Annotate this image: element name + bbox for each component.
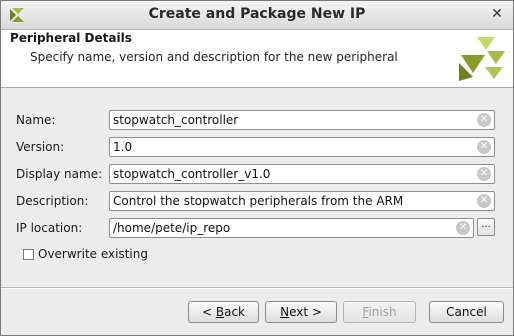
ip-location-input[interactable] [113, 220, 443, 236]
name-field[interactable]: ✕ [109, 110, 495, 130]
description-label: Description: [16, 194, 89, 208]
page-description: Specify name, version and description fo… [30, 50, 398, 64]
next-button[interactable]: Next > [265, 301, 337, 323]
xilinx-logo-icon [459, 37, 505, 81]
name-label: Name: [16, 113, 56, 127]
dialog-window: Create and Package New IP ✕ Peripheral D… [0, 0, 514, 336]
version-label: Version: [16, 140, 65, 154]
description-field[interactable]: ✕ [109, 191, 495, 211]
version-input[interactable] [113, 139, 463, 155]
wizard-header: Peripheral Details Specify name, version… [1, 30, 513, 88]
cancel-button[interactable]: Cancel [429, 301, 504, 323]
finish-label-rest: inish [368, 305, 397, 319]
version-field[interactable]: ✕ [109, 137, 495, 157]
description-input[interactable] [113, 193, 463, 209]
name-input[interactable] [113, 112, 463, 128]
clear-ip-location-icon[interactable]: ✕ [456, 221, 470, 235]
back-button[interactable]: < Back [188, 301, 259, 323]
back-mnemonic: B [215, 305, 225, 319]
next-label-rest: ext > [289, 305, 322, 319]
close-icon[interactable]: ✕ [489, 6, 505, 22]
ip-location-label: IP location: [16, 221, 83, 235]
next-mnemonic: N [280, 305, 290, 319]
ip-location-field[interactable]: ✕ [109, 218, 474, 238]
finish-button[interactable]: Finish [343, 301, 416, 323]
display-name-field[interactable]: ✕ [109, 164, 495, 184]
display-name-label: Display name: [16, 167, 103, 181]
page-title: Peripheral Details [10, 31, 132, 45]
back-prefix: < [201, 305, 216, 319]
window-title: Create and Package New IP [148, 6, 366, 22]
clear-display-name-icon[interactable]: ✕ [477, 167, 491, 181]
overwrite-checkbox[interactable] [23, 249, 34, 260]
clear-description-icon[interactable]: ✕ [477, 194, 491, 208]
title-bar[interactable]: Create and Package New IP ✕ [1, 1, 513, 30]
overwrite-label[interactable]: Overwrite existing [38, 247, 148, 261]
display-name-input[interactable] [113, 166, 463, 182]
browse-button[interactable]: ... [477, 218, 495, 236]
back-label-rest: ack [224, 305, 245, 319]
clear-name-icon[interactable]: ✕ [477, 113, 491, 127]
divider [1, 287, 513, 289]
clear-version-icon[interactable]: ✕ [477, 140, 491, 154]
